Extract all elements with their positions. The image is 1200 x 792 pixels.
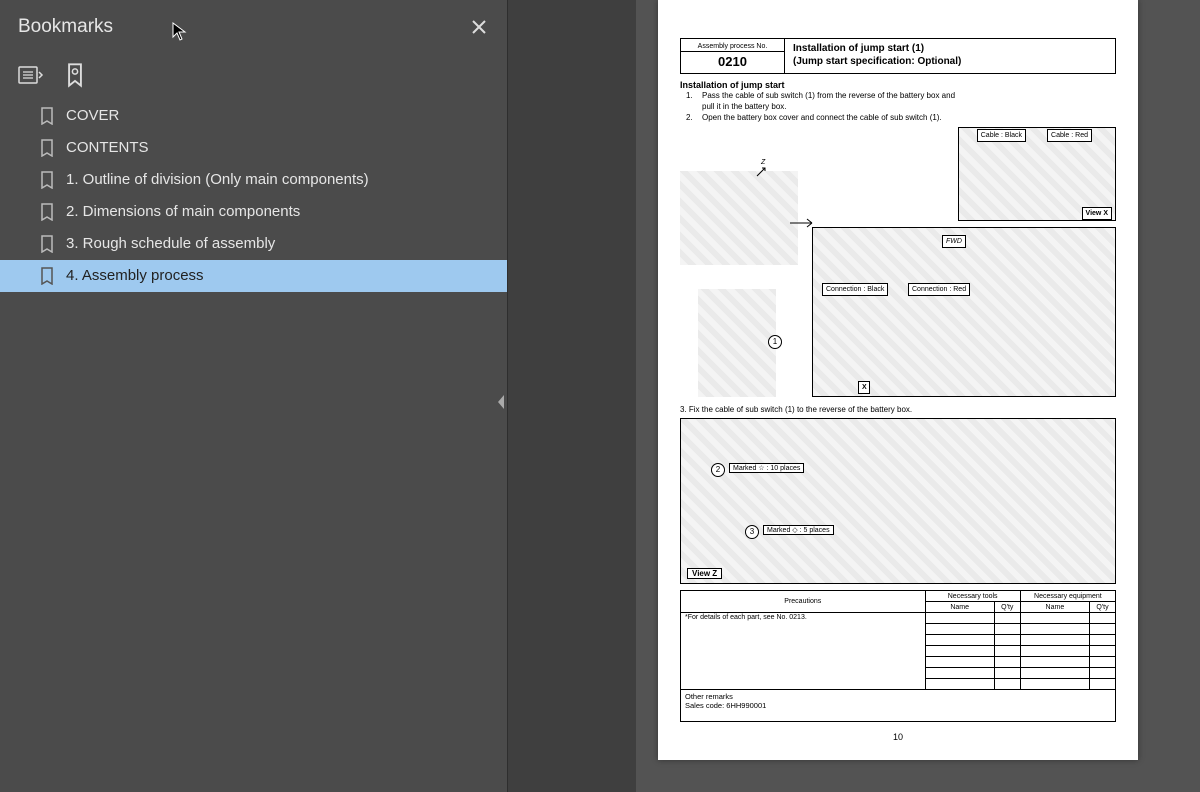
step-number: 1. [686, 90, 696, 112]
chevron-left-icon [494, 392, 508, 412]
label-connection-red: Connection : Red [908, 283, 970, 296]
process-title-line2: (Jump start specification: Optional) [793, 55, 1107, 68]
th-precautions: Precautions [681, 591, 926, 613]
pdf-page: Assembly process No. 0210 Installation o… [658, 0, 1138, 760]
bookmark-options-button[interactable] [18, 64, 44, 86]
document-viewer[interactable]: Assembly process No. 0210 Installation o… [508, 0, 1200, 792]
process-number-label: Assembly process No. [681, 42, 784, 52]
bookmarks-toolbar [0, 54, 507, 96]
bottom-table: Precautions Necessary tools Necessary eq… [680, 590, 1116, 690]
th-tools: Necessary tools [925, 591, 1020, 602]
step-text: Pass the cable of sub switch (1) from th… [702, 90, 962, 112]
remarks-label: Other remarks [685, 692, 1111, 701]
bookmark-icon [40, 235, 56, 253]
label-marked-star: Marked ☆ : 10 places [729, 463, 804, 473]
bookmark-label: COVER [66, 106, 119, 126]
diagram-area-2: 2 Marked ☆ : 10 places 3 Marked ◇ : 5 pl… [680, 418, 1116, 584]
diagram-left-part [680, 171, 798, 265]
bookmark-label: 3. Rough schedule of assembly [66, 234, 275, 254]
bookmark-item-schedule[interactable]: 3. Rough schedule of assembly [0, 228, 507, 260]
th-equipment: Necessary equipment [1020, 591, 1115, 602]
bookmark-icon [40, 203, 56, 221]
diagram-sub-switch [698, 289, 776, 397]
label-marked-diamond: Marked ◇ : 5 places [763, 525, 834, 535]
bookmark-icon [40, 267, 56, 285]
label-cable-black: Cable : Black [977, 129, 1026, 142]
step-number: 2. [686, 112, 696, 123]
remarks-text: Sales code: 6HH990001 [685, 701, 1111, 710]
step-2: 2. Open the battery box cover and connec… [686, 112, 1116, 123]
section-heading: Installation of jump start [680, 80, 1116, 90]
close-icon [469, 17, 489, 37]
collapse-sidebar-button[interactable] [494, 392, 508, 412]
bookmark-icon [40, 107, 56, 125]
step-list: 1. Pass the cable of sub switch (1) from… [686, 90, 1116, 123]
process-title-line1: Installation of jump start (1) [793, 42, 1107, 55]
th-name: Name [925, 602, 994, 613]
label-z: Z [758, 157, 768, 168]
bookmark-label: 1. Outline of division (Only main compon… [66, 170, 369, 190]
other-remarks-box: Other remarks Sales code: 6HH990001 [680, 690, 1116, 722]
page-number: 10 [680, 732, 1116, 742]
bookmark-item-cover[interactable]: COVER [0, 100, 507, 132]
bookmark-item-assembly[interactable]: 4. Assembly process [0, 260, 507, 292]
diagram-area-1: Cable : Black Cable : Red View X Z FWD C… [680, 127, 1116, 404]
bookmark-item-outline[interactable]: 1. Outline of division (Only main compon… [0, 164, 507, 196]
diagram-battery-box [812, 227, 1116, 397]
bookmarks-panel: Bookmarks COVER CONTENTS [0, 0, 508, 792]
close-panel-button[interactable] [469, 17, 489, 37]
label-cable-red: Cable : Red [1047, 129, 1092, 142]
label-x: X [858, 381, 870, 394]
bookmark-item-dimensions[interactable]: 2. Dimensions of main components [0, 196, 507, 228]
bookmark-label: CONTENTS [66, 138, 149, 158]
process-number-cell: Assembly process No. 0210 [681, 39, 785, 73]
bookmark-icon [40, 139, 56, 157]
bookmark-label: 2. Dimensions of main components [66, 202, 300, 222]
process-header-box: Assembly process No. 0210 Installation o… [680, 38, 1116, 74]
bookmark-item-contents[interactable]: CONTENTS [0, 132, 507, 164]
step-text: Open the battery box cover and connect t… [702, 112, 962, 123]
bookmark-list: COVER CONTENTS 1. Outline of division (O… [0, 96, 507, 292]
step-3: 3. Fix the cable of sub switch (1) to th… [680, 405, 1116, 414]
label-view-z: View Z [687, 568, 722, 579]
bookmark-ribbon-icon [62, 62, 88, 88]
label-connection-black: Connection : Black [822, 283, 888, 296]
callout-1: 1 [768, 335, 782, 349]
td-precautions: *For details of each part, see No. 0213. [681, 613, 926, 690]
list-icon [18, 64, 44, 86]
bookmark-icon [40, 171, 56, 189]
label-fwd: FWD [942, 235, 966, 248]
label-view-x: View X [1082, 207, 1112, 220]
callout-3: 3 [745, 525, 759, 539]
step-1: 1. Pass the cable of sub switch (1) from… [686, 90, 1116, 112]
callout-2: 2 [711, 463, 725, 477]
th-qty: Q'ty [1090, 602, 1116, 613]
process-number: 0210 [718, 52, 747, 69]
bookmark-label: 4. Assembly process [66, 266, 204, 286]
bookmarks-title: Bookmarks [18, 16, 113, 38]
th-name: Name [1020, 602, 1089, 613]
find-bookmark-button[interactable] [62, 64, 88, 86]
bookmarks-header: Bookmarks [0, 0, 507, 54]
process-title: Installation of jump start (1) (Jump sta… [785, 39, 1115, 73]
th-qty: Q'ty [994, 602, 1020, 613]
